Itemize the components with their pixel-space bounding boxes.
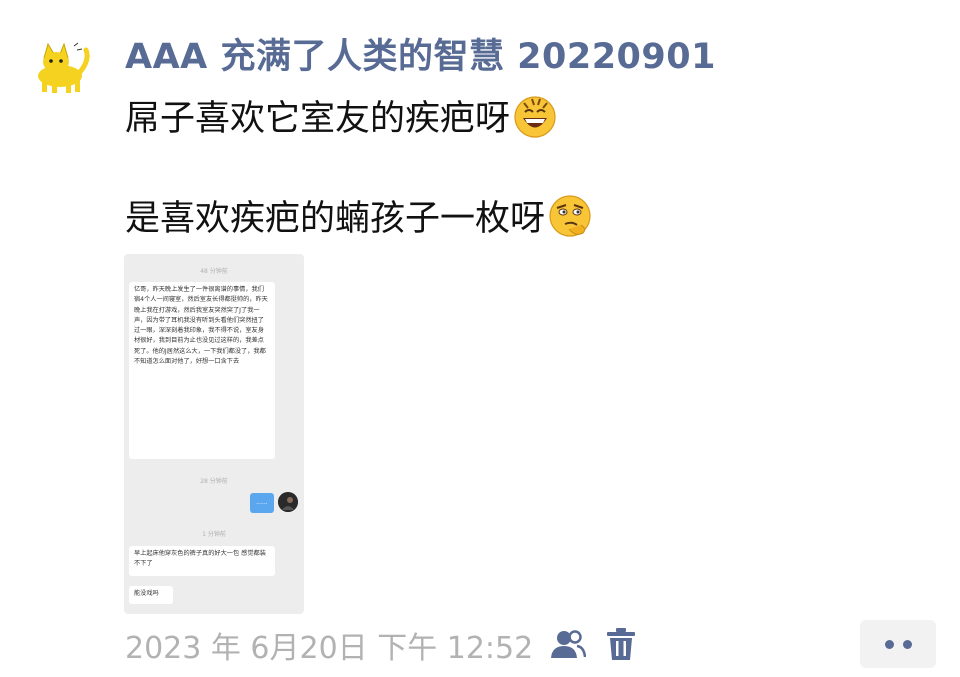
friends-icon: [551, 630, 586, 658]
yellow-cat-avatar-icon: [38, 42, 90, 93]
post-text: 是喜欢疾疤的蝻孩子一枚呀: [125, 199, 546, 239]
chat-time-label: 1 分钟前: [202, 531, 226, 538]
chat-screenshot-image[interactable]: 48 分钟前 亿哥，昨天晚上发生了一件很离谱的事情，我们宿4个人一间寝室，然后室…: [124, 254, 304, 614]
delete-button[interactable]: [601, 624, 641, 664]
post-text-line-2: 是喜欢疾疤的蝻孩子一枚呀: [125, 190, 593, 241]
post-text: 屌子喜欢它室友的疾疤呀: [125, 99, 511, 139]
chat-time-label: 28 分钟前: [200, 478, 228, 485]
chat-message-bubble: 能没戏吗: [129, 586, 173, 604]
more-options-button[interactable]: [860, 620, 936, 668]
trash-icon: [607, 628, 635, 660]
more-dots-icon: [884, 639, 894, 649]
chat-time-label: 48 分钟前: [200, 268, 228, 275]
thinking-emoji-icon: [549, 194, 591, 237]
more-dots-icon: [902, 639, 912, 649]
post-author[interactable]: AAA 充满了人类的智慧 20220901: [125, 28, 716, 79]
friends-visibility-button[interactable]: [548, 624, 588, 664]
post-timestamp: 2023 年 6月20日 下午 12:52: [125, 631, 534, 666]
chat-message-bubble: 早上起床他穿灰色的裤子真的好大一包 感觉都装不下了: [129, 546, 275, 576]
chat-avatar-icon: [278, 492, 298, 512]
chat-message-bubble: 亿哥，昨天晚上发生了一件很离谱的事情，我们宿4个人一间寝室，然后室友长得都挺帅的…: [129, 282, 275, 459]
chat-message-bubble-right: ......: [250, 493, 274, 513]
grinning-sweat-emoji-icon: [514, 95, 556, 138]
avatar[interactable]: [30, 38, 92, 94]
post-text-line-1: 屌子喜欢它室友的疾疤呀: [125, 90, 558, 141]
